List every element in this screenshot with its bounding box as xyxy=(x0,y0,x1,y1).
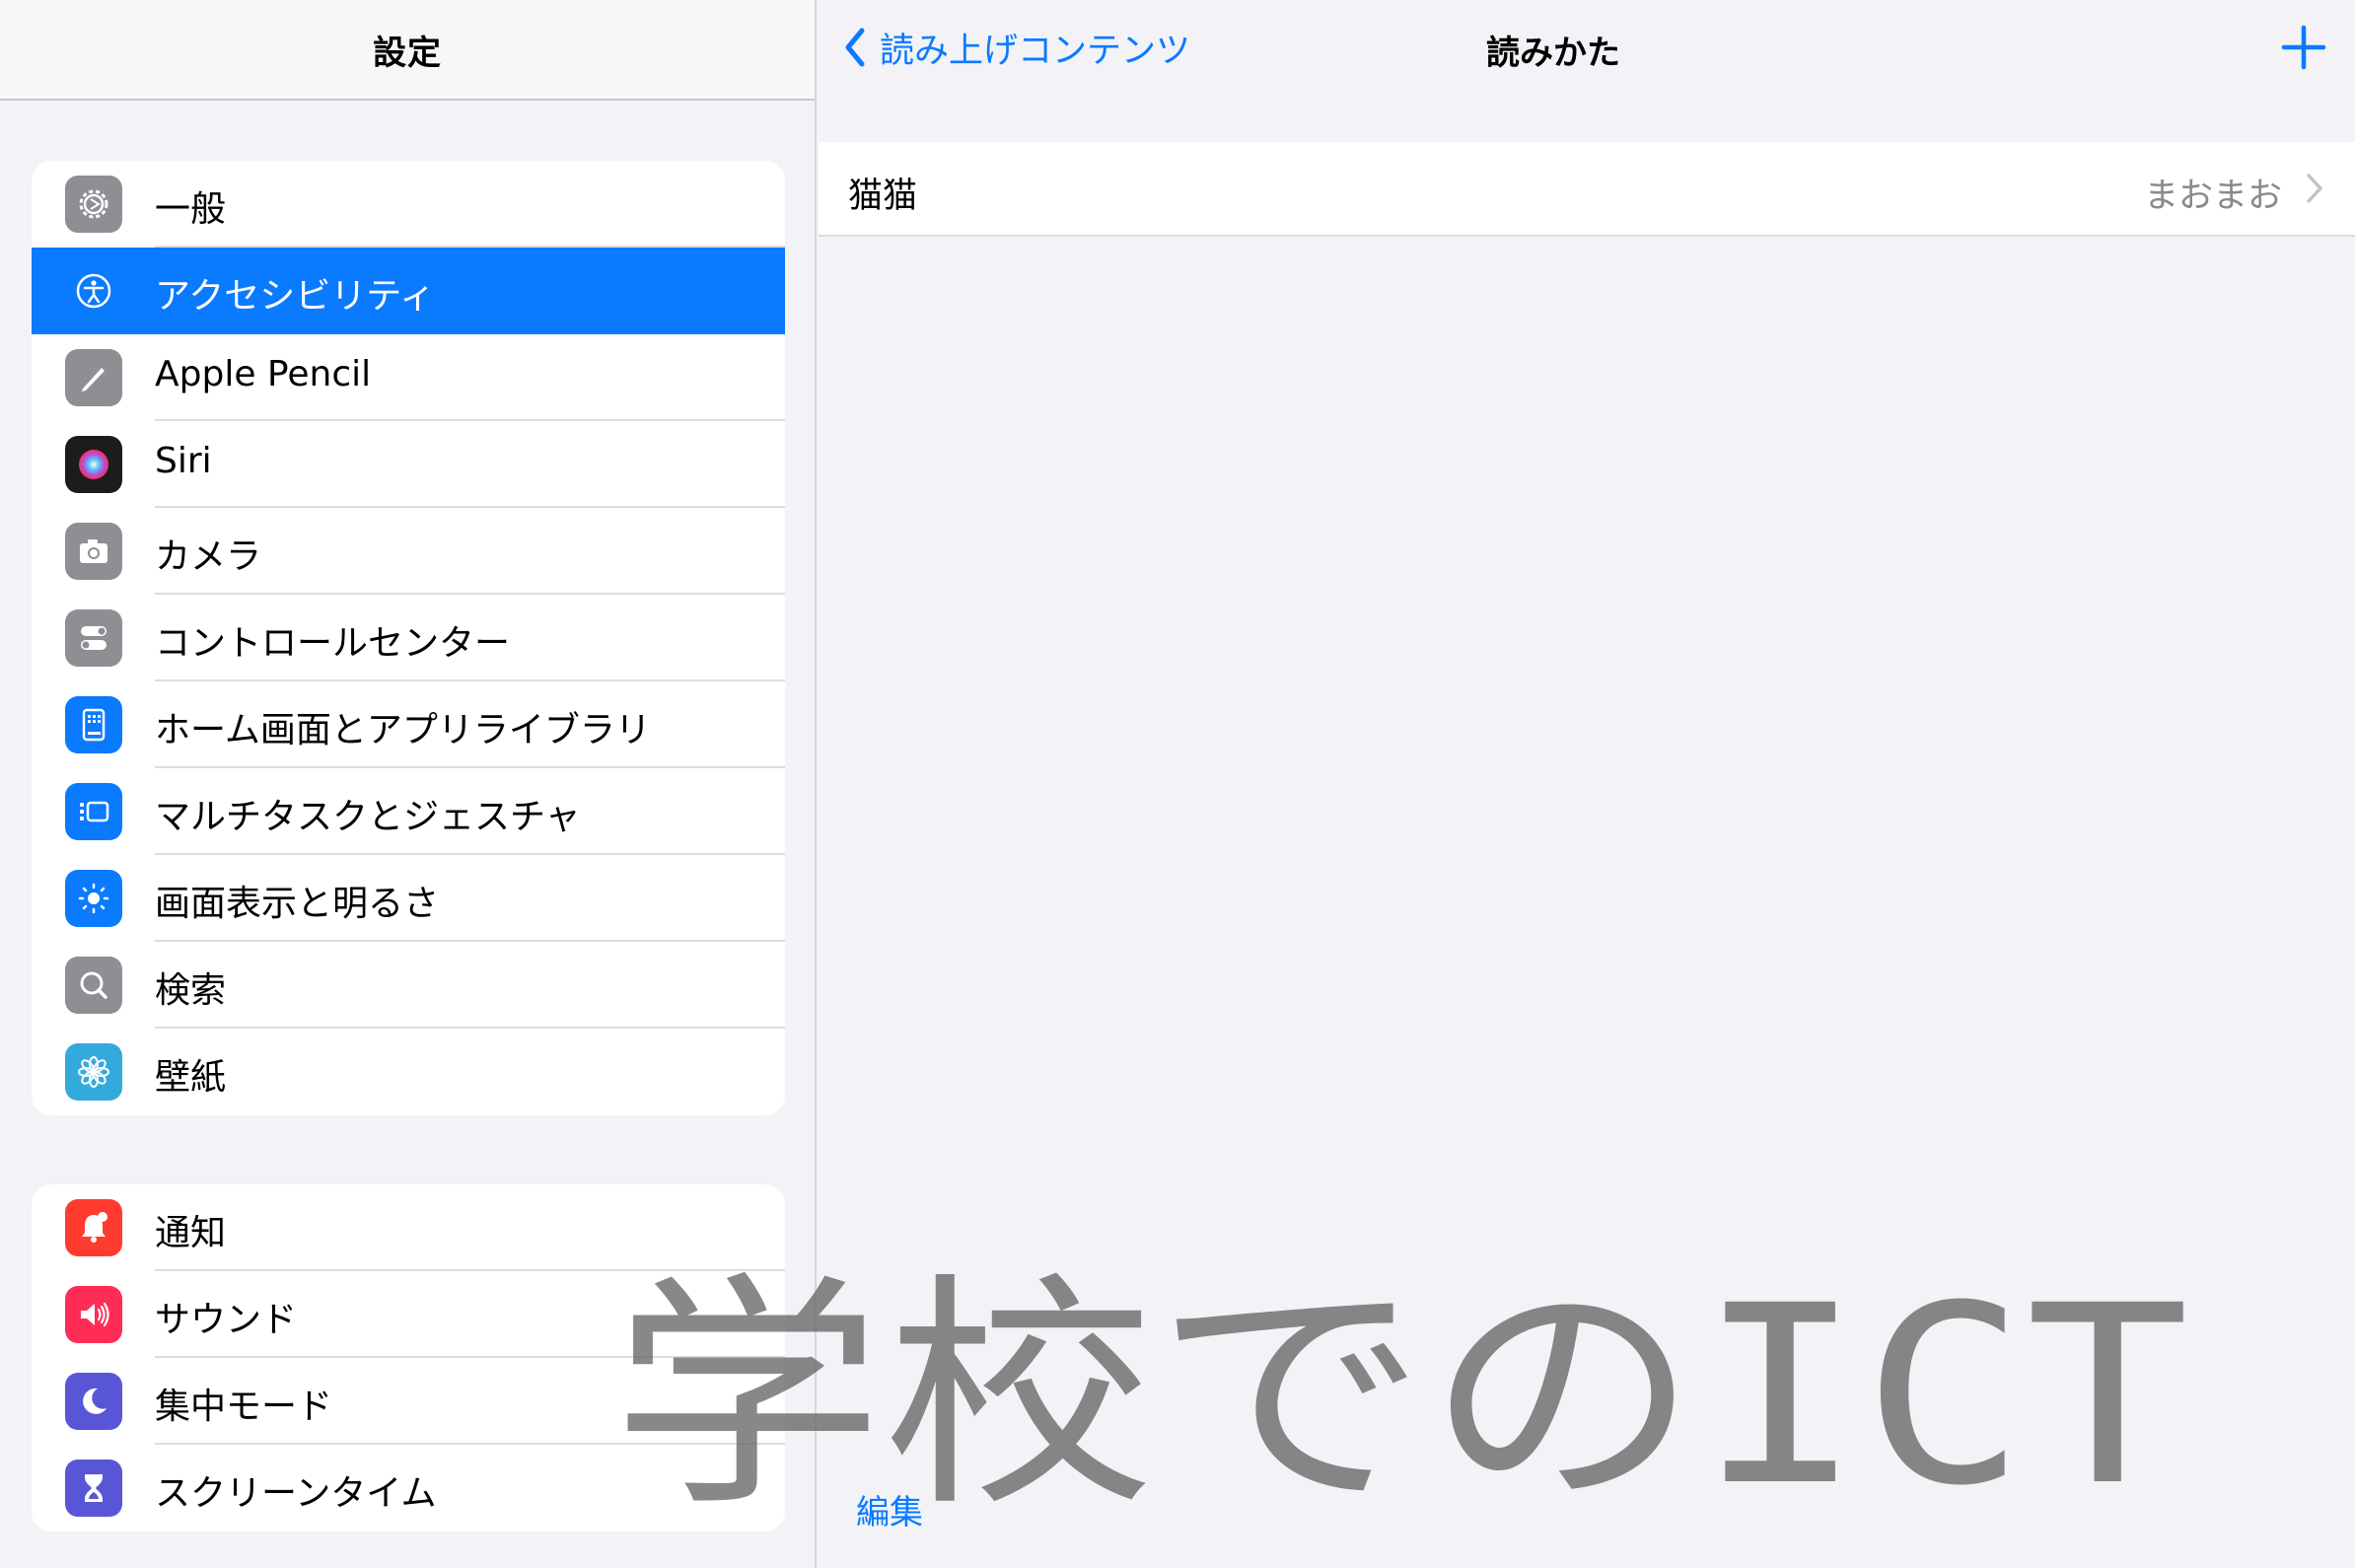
hourglass-icon xyxy=(65,1460,122,1517)
sidebar-item-search[interactable]: 検索 xyxy=(32,942,785,1029)
sidebar-item-sounds[interactable]: サウンド xyxy=(32,1271,785,1358)
chevron-left-icon xyxy=(845,28,865,67)
settings-group-1: 一般 アクセシビリティ Apple Pencil Siri カメラ コントロール… xyxy=(32,161,785,1115)
pronunciation-entry-row[interactable]: 猫猫 まおまお xyxy=(819,142,2355,237)
home-screen-icon xyxy=(65,696,122,753)
sidebar-item-multitasking[interactable]: マルチタスクとジェスチャ xyxy=(32,768,785,855)
sidebar-item-display-brightness[interactable]: 画面表示と明るさ xyxy=(32,855,785,942)
sidebar-item-label: カメラ xyxy=(155,536,262,577)
edit-button[interactable]: 編集 xyxy=(856,1485,923,1533)
sidebar-item-home-screen[interactable]: ホーム画面とアプリライブラリ xyxy=(32,681,785,768)
sidebar-item-accessibility[interactable]: アクセシビリティ xyxy=(32,248,785,334)
sidebar-item-siri[interactable]: Siri xyxy=(32,421,785,508)
moon-icon xyxy=(65,1373,122,1430)
pencil-icon xyxy=(65,349,122,406)
chevron-right-icon xyxy=(2307,174,2322,203)
back-button-label: 読み上げコンテンツ xyxy=(880,31,1191,71)
accessibility-icon xyxy=(65,262,122,320)
sidebar-item-wallpaper[interactable]: 壁紙 xyxy=(32,1029,785,1115)
brightness-icon xyxy=(65,870,122,927)
plus-icon[interactable] xyxy=(2276,20,2331,75)
multitasking-icon xyxy=(65,783,122,840)
page-title-text: 読みかた xyxy=(1486,34,1620,73)
search-icon xyxy=(65,957,122,1014)
entry-term: 猫猫 xyxy=(848,177,918,216)
sidebar-item-label: サウンド xyxy=(155,1300,298,1340)
siri-icon xyxy=(65,436,122,493)
sidebar-item-label: 壁紙 xyxy=(155,1057,227,1098)
settings-group-2: 通知 サウンド 集中モード スクリーンタイム xyxy=(32,1184,785,1532)
notification-bell-icon xyxy=(65,1199,122,1256)
control-center-icon xyxy=(65,609,122,667)
sidebar-item-label: ホーム画面とアプリライブラリ xyxy=(155,710,651,750)
speaker-icon xyxy=(65,1286,122,1343)
wallpaper-icon xyxy=(65,1043,122,1101)
sidebar-item-label: 集中モード xyxy=(155,1387,333,1427)
sidebar-item-label: スクリーンタイム xyxy=(155,1473,437,1514)
sidebar-item-label: 一般 xyxy=(155,189,227,230)
watermark-text: 学校でのICT xyxy=(611,1252,2189,1529)
sidebar-item-general[interactable]: 一般 xyxy=(32,161,785,248)
detail-navigation-bar: 読み上げコンテンツ 読みかた xyxy=(819,0,2355,99)
sidebar-item-camera[interactable]: カメラ xyxy=(32,508,785,595)
sidebar-item-apple-pencil[interactable]: Apple Pencil xyxy=(32,334,785,421)
camera-icon xyxy=(65,523,122,580)
sidebar-item-label: Apple Pencil xyxy=(155,354,372,394)
sidebar-item-control-center[interactable]: コントロールセンター xyxy=(32,595,785,681)
sidebar-item-focus[interactable]: 集中モード xyxy=(32,1358,785,1445)
back-button[interactable]: 読み上げコンテンツ xyxy=(840,22,1190,73)
sidebar-header: 設定 xyxy=(0,0,815,101)
sidebar-item-label: アクセシビリティ xyxy=(155,276,436,317)
gear-icon xyxy=(65,176,122,233)
sidebar-item-notifications[interactable]: 通知 xyxy=(32,1184,785,1271)
watermark: 学校でのICT xyxy=(611,1252,2189,1529)
sidebar-item-label: コントロールセンター xyxy=(155,623,511,664)
sidebar-item-label: 通知 xyxy=(155,1213,227,1253)
sidebar-item-label: 画面表示と明るさ xyxy=(155,884,440,924)
sidebar-item-screen-time[interactable]: スクリーンタイム xyxy=(32,1445,785,1532)
entry-reading: まおまお xyxy=(2143,177,2282,216)
settings-sidebar: 設定 一般 アクセシビリティ Apple Pencil Siri カメラ コント… xyxy=(0,0,817,1568)
sidebar-item-label: マルチタスクとジェスチャ xyxy=(155,797,581,837)
sidebar-item-label: 検索 xyxy=(155,970,227,1011)
sidebar-title: 設定 xyxy=(373,34,442,73)
sidebar-item-label: Siri xyxy=(155,441,212,481)
